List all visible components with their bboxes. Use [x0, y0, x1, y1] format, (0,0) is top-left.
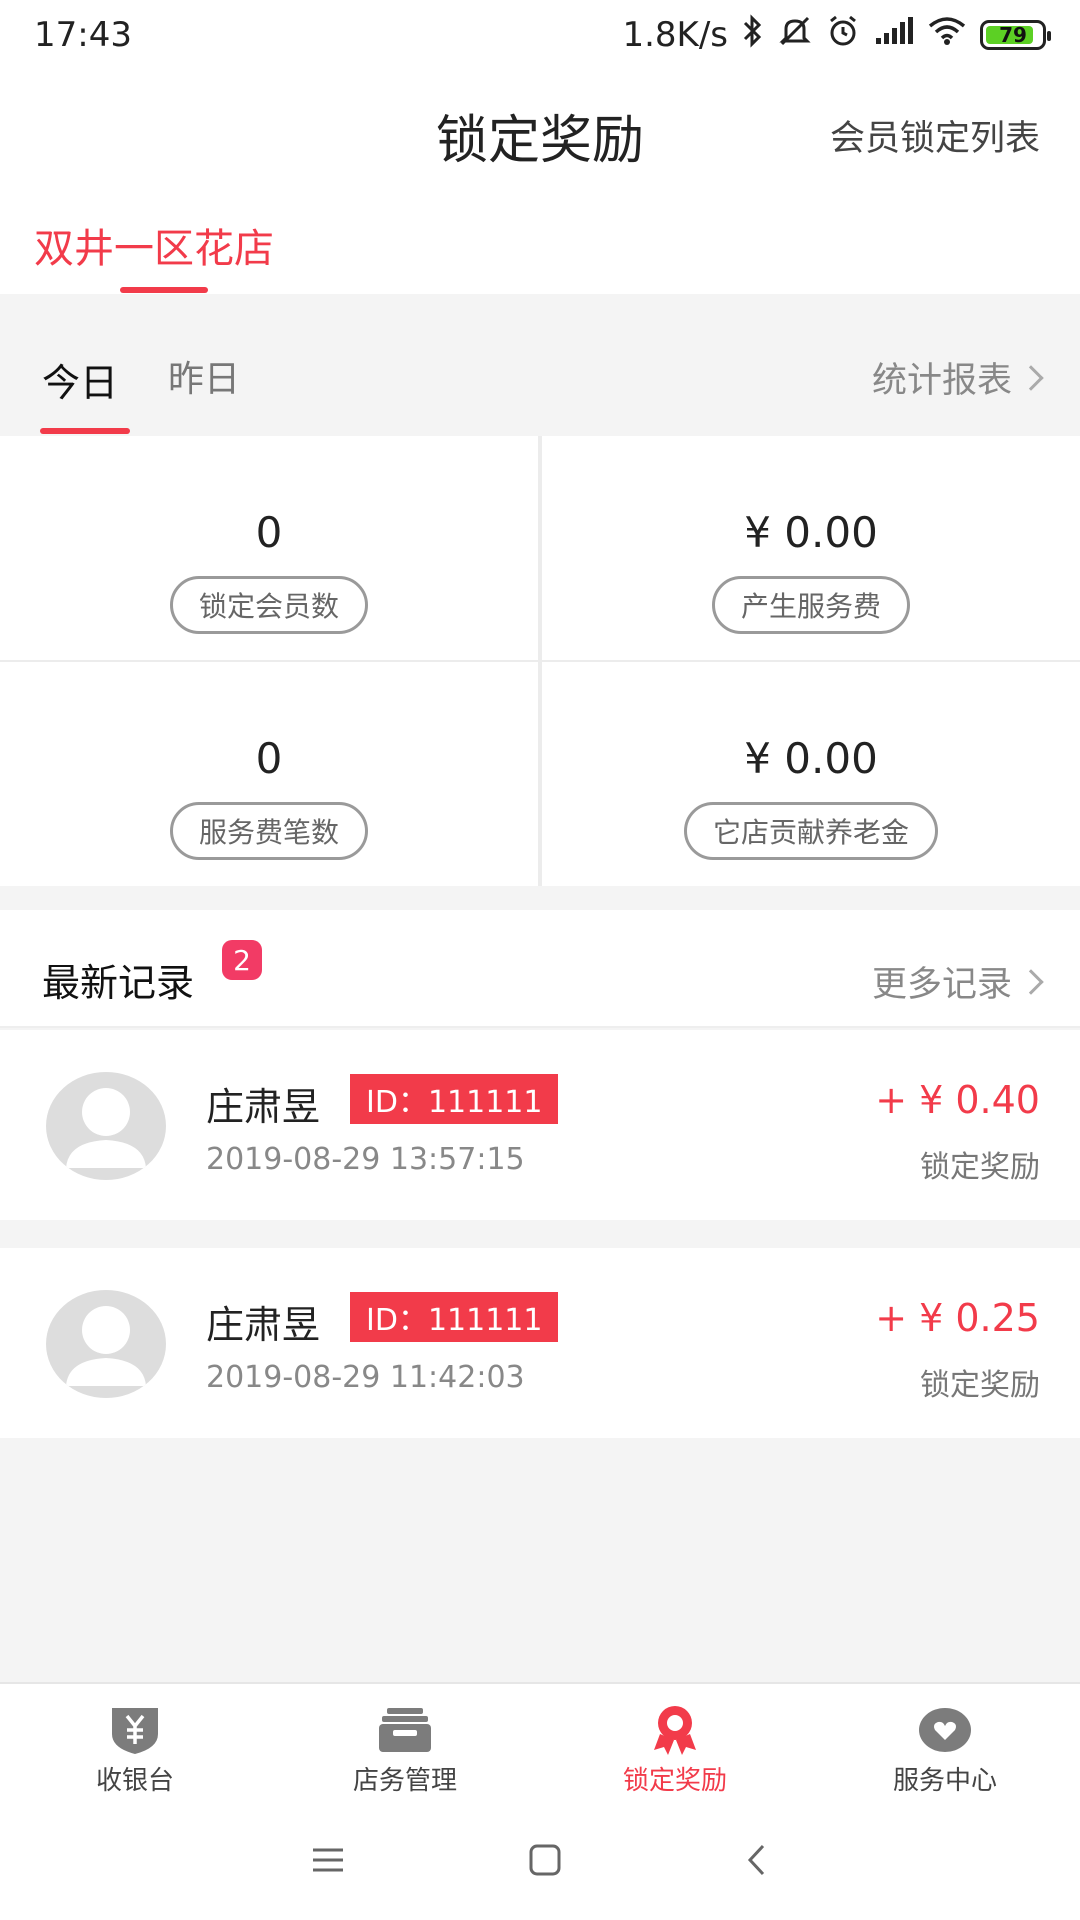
- tab-lock-reward[interactable]: 锁定奖励: [540, 1684, 810, 1804]
- store-tab[interactable]: 双井一区花店: [34, 216, 274, 274]
- battery-level: 79: [999, 23, 1027, 47]
- latest-records-title: 最新记录: [42, 961, 195, 1005]
- tab-label: 服务中心: [892, 1766, 997, 1796]
- network-speed: 1.8K/s: [622, 15, 728, 55]
- stat-value: 0: [255, 734, 283, 783]
- stat-label: 锁定会员数: [169, 576, 368, 634]
- record-time: 2019-08-29 11:42:03: [206, 1360, 525, 1395]
- stat-label: 服务费笔数: [169, 802, 368, 860]
- stat-value: ¥ 0.00: [744, 508, 878, 557]
- more-records-label: 更多记录: [871, 965, 1012, 1005]
- store-tab-indicator: [120, 287, 208, 293]
- tab-label: 收银台: [95, 1766, 174, 1796]
- stat-service-fee: ¥ 0.00 产生服务费: [542, 436, 1080, 660]
- chevron-right-icon: [1018, 364, 1044, 391]
- stat-fee-count: 0 服务费笔数: [0, 662, 538, 886]
- store-box-icon: [377, 1704, 433, 1756]
- mute-icon: [778, 14, 812, 57]
- stat-label: 它店贡献养老金: [683, 802, 938, 860]
- home-icon[interactable]: [528, 1843, 562, 1881]
- system-nav-bar: [0, 1804, 1080, 1920]
- stat-pension-contribution: ¥ 0.00 它店贡献养老金: [542, 662, 1080, 886]
- menu-icon[interactable]: [311, 1846, 345, 1878]
- bluetooth-icon: [742, 13, 764, 57]
- avatar: [46, 1290, 166, 1398]
- stat-locked-members: 0 锁定会员数: [0, 436, 538, 660]
- status-time: 17:43: [34, 15, 132, 55]
- records-count-badge: 2: [222, 940, 262, 980]
- latest-records-header: 最新记录 2 更多记录: [0, 910, 1080, 1028]
- status-bar: 17:43 1.8K/s 79: [0, 0, 1080, 70]
- member-lock-list-link[interactable]: 会员锁定列表: [830, 110, 1040, 161]
- member-id-tag: ID：111111: [350, 1292, 559, 1342]
- record-item[interactable]: 庄肃昱 ID：111111 2019-08-29 13:57:15 + ¥ 0.…: [0, 1030, 1080, 1220]
- bottom-tab-bar: 收银台 店务管理 锁定奖励 服务中心: [0, 1682, 1080, 1804]
- award-ribbon-icon: [647, 1704, 703, 1756]
- record-amount: + ¥ 0.25: [875, 1296, 1040, 1340]
- record-item[interactable]: 庄肃昱 ID：111111 2019-08-29 11:42:03 + ¥ 0.…: [0, 1248, 1080, 1438]
- record-amount: + ¥ 0.40: [875, 1078, 1040, 1122]
- alarm-icon: [826, 14, 860, 57]
- day-tabs: 今日 昨日 统计报表: [0, 294, 1080, 436]
- stat-label: 产生服务费: [711, 576, 910, 634]
- wifi-icon: [928, 15, 966, 55]
- nav-header: 锁定奖励 会员锁定列表: [0, 70, 1080, 192]
- member-name: 庄肃昱: [206, 1085, 321, 1129]
- signal-icon: [874, 15, 914, 55]
- stats-report-label: 统计报表: [871, 361, 1012, 401]
- tab-yesterday[interactable]: 昨日: [168, 350, 240, 402]
- tab-today-indicator: [40, 428, 130, 434]
- store-tab-bar: 双井一区花店: [0, 192, 1080, 294]
- avatar: [46, 1072, 166, 1180]
- battery-icon: 79: [980, 20, 1051, 50]
- record-type: 锁定奖励: [920, 1368, 1040, 1403]
- tab-cashier[interactable]: 收银台: [0, 1684, 270, 1804]
- stats-grid: 0 锁定会员数 ¥ 0.00 产生服务费 0 服务费笔数 ¥ 0.00 它店贡献…: [0, 436, 1080, 886]
- tab-today[interactable]: 今日: [42, 352, 118, 407]
- record-time: 2019-08-29 13:57:15: [206, 1142, 525, 1177]
- cashier-shield-icon: [107, 1704, 163, 1756]
- member-id-tag: ID：111111: [350, 1074, 559, 1124]
- back-icon[interactable]: [745, 1843, 769, 1881]
- stat-value: ¥ 0.00: [744, 734, 878, 783]
- tab-service-center[interactable]: 服务中心: [810, 1684, 1080, 1804]
- tab-store-management[interactable]: 店务管理: [270, 1684, 540, 1804]
- stat-value: 0: [255, 508, 283, 557]
- heart-bubble-icon: [917, 1704, 973, 1756]
- more-records-link[interactable]: 更多记录: [871, 956, 1044, 1007]
- tab-label: 锁定奖励: [622, 1766, 727, 1796]
- tab-label: 店务管理: [352, 1766, 457, 1796]
- stats-report-link[interactable]: 统计报表: [871, 352, 1044, 403]
- chevron-right-icon: [1018, 968, 1044, 995]
- record-type: 锁定奖励: [920, 1150, 1040, 1185]
- member-name: 庄肃昱: [206, 1303, 321, 1347]
